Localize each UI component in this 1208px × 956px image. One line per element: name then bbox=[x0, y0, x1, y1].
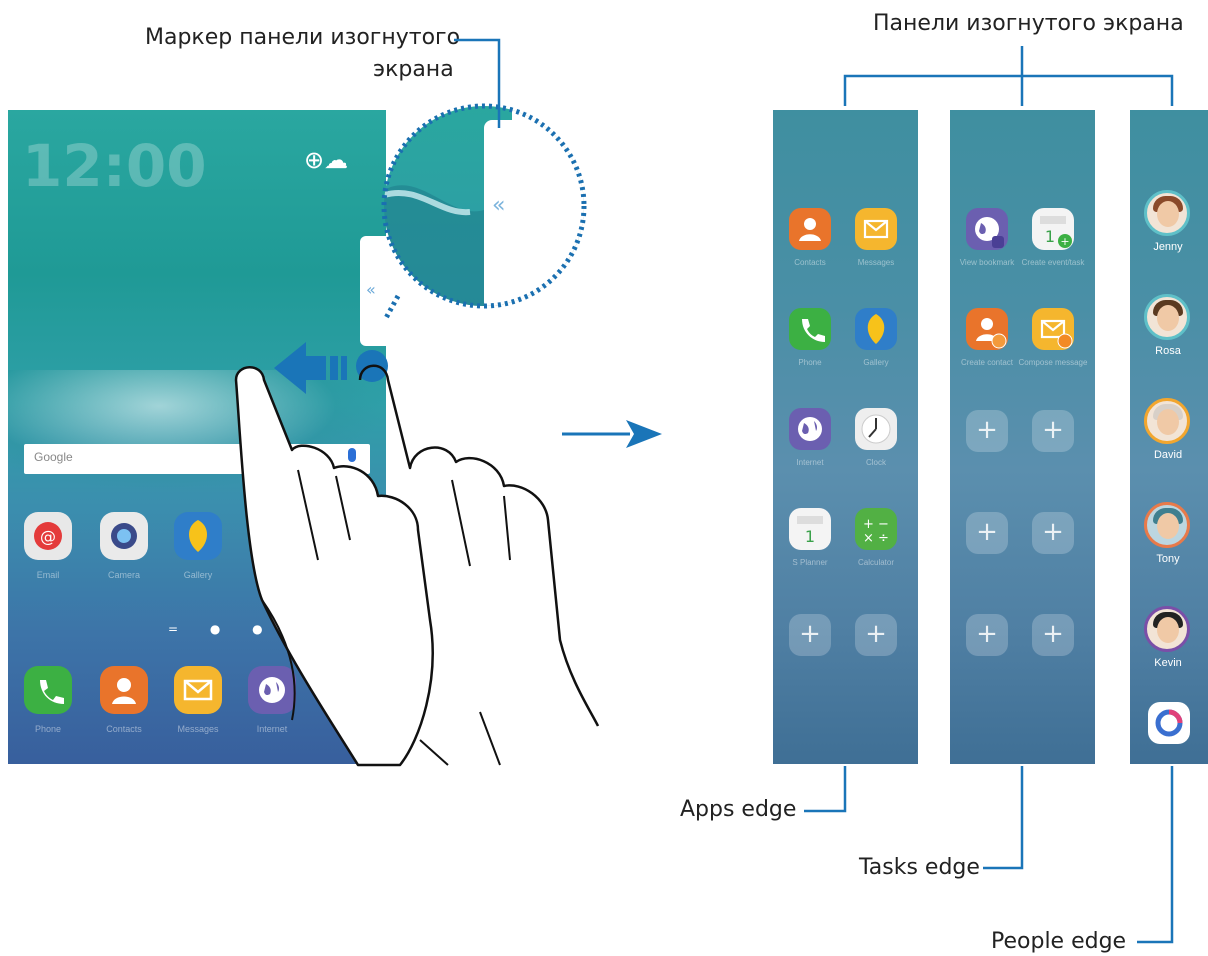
swipe-left-arrow bbox=[274, 342, 388, 394]
calendar-icon: 1 + bbox=[1040, 216, 1072, 248]
add-app-slot[interactable]: + bbox=[789, 614, 831, 656]
apps-edge-panel[interactable]: Contacts Messages Phone Gallery Internet… bbox=[773, 110, 918, 764]
globe-icon bbox=[798, 417, 822, 441]
contact-avatar-david[interactable] bbox=[1144, 398, 1190, 444]
envelope-icon bbox=[863, 219, 889, 239]
plus-icon: + bbox=[865, 619, 887, 649]
edge-app-clock[interactable]: Clock bbox=[855, 408, 897, 467]
gallery-icon bbox=[867, 314, 885, 344]
magnifier-callout: « bbox=[381, 103, 587, 320]
svg-text:1: 1 bbox=[805, 527, 815, 546]
app-label: Calculator bbox=[857, 558, 894, 567]
phone-icon bbox=[802, 319, 825, 342]
task-compose-message[interactable]: Compose message bbox=[1019, 308, 1087, 367]
calculator-icon: + −× ÷ bbox=[863, 517, 889, 546]
contact-avatar-kevin[interactable] bbox=[1144, 606, 1190, 652]
contact-name: Tony bbox=[1156, 553, 1180, 565]
edge-app-messages[interactable]: Messages bbox=[855, 208, 897, 267]
app-label: Gallery bbox=[863, 358, 889, 367]
contact-name: Jenny bbox=[1153, 241, 1183, 253]
contact-avatar-rosa[interactable] bbox=[1144, 294, 1190, 340]
app-label: Messages bbox=[857, 258, 895, 267]
add-task-slot[interactable]: + bbox=[1032, 512, 1074, 554]
task-create-event[interactable]: 1 + Create event/task bbox=[1022, 208, 1084, 267]
contact-name: Kevin bbox=[1154, 657, 1182, 669]
svg-text:«: « bbox=[492, 193, 505, 218]
task-label: Create event/task bbox=[1021, 258, 1085, 267]
people-edge-line bbox=[1137, 766, 1174, 944]
plus-icon: + bbox=[1042, 517, 1064, 547]
add-task-slot[interactable]: + bbox=[1032, 410, 1074, 452]
add-task-slot[interactable]: + bbox=[966, 512, 1008, 554]
svg-text:+: + bbox=[1060, 235, 1069, 248]
task-create-contact[interactable]: Create contact bbox=[961, 308, 1013, 367]
result-arrow bbox=[562, 420, 662, 448]
add-contact-button[interactable] bbox=[1148, 702, 1190, 744]
contact-avatar-tony[interactable] bbox=[1144, 502, 1190, 548]
contact-icon bbox=[799, 218, 821, 241]
clock-icon bbox=[861, 414, 891, 444]
edge-app-contacts[interactable]: Contacts bbox=[789, 208, 831, 267]
contact-name: Rosa bbox=[1155, 345, 1181, 357]
task-label: Compose message bbox=[1018, 358, 1088, 367]
edge-app-phone[interactable]: Phone bbox=[789, 308, 831, 367]
app-label: Clock bbox=[865, 458, 886, 467]
edge-app-internet[interactable]: Internet bbox=[789, 408, 831, 467]
contact-icon bbox=[976, 318, 1007, 349]
tasks-edge-line bbox=[983, 766, 1024, 870]
contact-avatar-jenny[interactable] bbox=[1144, 190, 1190, 236]
svg-text:1: 1 bbox=[1045, 227, 1055, 246]
apps-edge-line bbox=[804, 766, 847, 813]
add-task-slot[interactable]: + bbox=[966, 410, 1008, 452]
add-task-slot[interactable]: + bbox=[1032, 614, 1074, 656]
plus-icon: + bbox=[1042, 415, 1064, 445]
edge-app-calculator[interactable]: + − × ÷ Calculator bbox=[855, 508, 897, 567]
plus-icon: + bbox=[1042, 619, 1064, 649]
contact-name: David bbox=[1153, 449, 1183, 461]
calendar-icon: 1 bbox=[797, 516, 823, 546]
plus-icon: + bbox=[976, 517, 998, 547]
edge-app-s-planner[interactable]: 1 S Planner bbox=[789, 508, 831, 567]
svg-text:× ÷: × ÷ bbox=[863, 531, 889, 546]
task-view-bookmark[interactable]: View bookmark bbox=[960, 208, 1014, 267]
panels-bracket bbox=[843, 74, 1174, 106]
ring-icon bbox=[1155, 709, 1183, 737]
plus-icon: + bbox=[799, 619, 821, 649]
envelope-icon bbox=[1040, 319, 1073, 349]
hand-illustration bbox=[234, 364, 600, 767]
plus-icon: + bbox=[976, 415, 998, 445]
plus-icon: + bbox=[976, 619, 998, 649]
svg-text:+ −: + − bbox=[863, 517, 889, 532]
edge-app-gallery[interactable]: Gallery bbox=[855, 308, 897, 367]
globe-icon bbox=[975, 217, 1004, 248]
add-task-slot[interactable]: + bbox=[966, 614, 1008, 656]
add-app-slot[interactable]: + bbox=[855, 614, 897, 656]
tasks-edge-panel[interactable]: View bookmark 1 + Create event/task Creat… bbox=[950, 110, 1095, 764]
